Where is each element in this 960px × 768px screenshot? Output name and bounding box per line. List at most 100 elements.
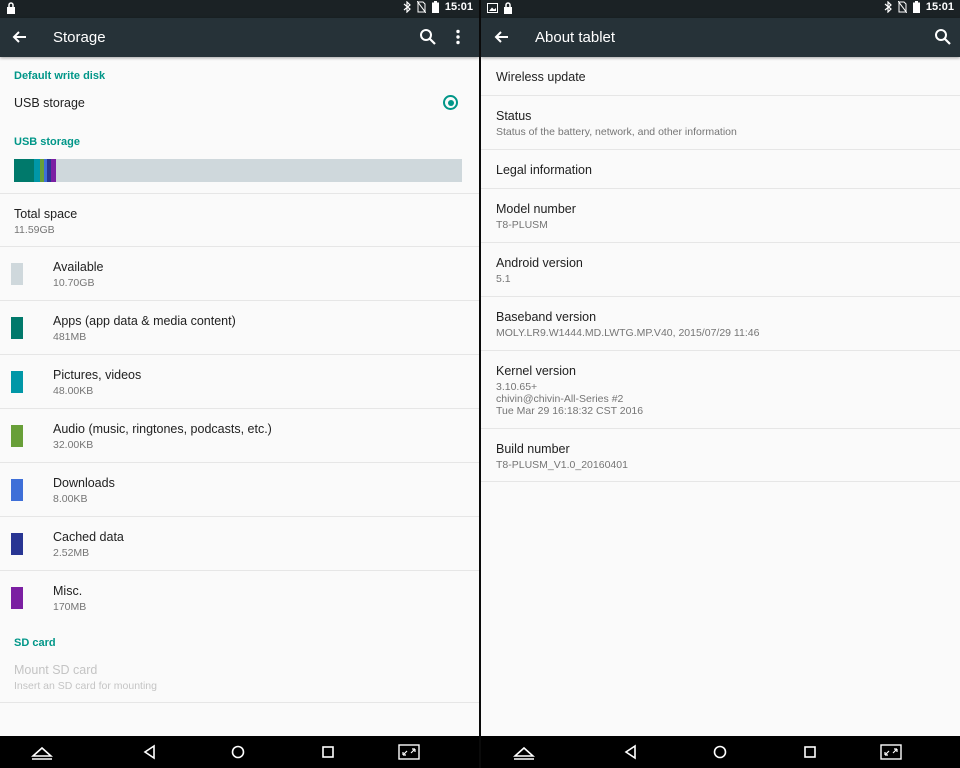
back-nav-icon[interactable] <box>621 744 641 760</box>
search-icon[interactable] <box>419 28 437 46</box>
about-item-summary: T8-PLUSM_V1.0_20160401 <box>496 459 628 471</box>
battery-icon <box>912 1 920 13</box>
about-item-model-number[interactable]: Model number T8-PLUSM <box>481 189 960 243</box>
screen-toggle-icon[interactable] <box>398 744 420 760</box>
about-item-kernel-version[interactable]: Kernel version 3.10.65+ chivin@chivin-Al… <box>481 351 960 429</box>
about-item-summary-line: chivin@chivin-All-Series #2 <box>496 393 624 405</box>
about-item-legal-information[interactable]: Legal information <box>481 150 960 189</box>
storage-usage-bar <box>14 159 462 182</box>
about-item-label: Android version <box>496 256 583 270</box>
home-up-icon[interactable] <box>31 744 53 760</box>
screen-toggle-icon[interactable] <box>880 744 902 760</box>
storage-content: Default write disk USB storage USB stora… <box>0 57 479 736</box>
color-swatch <box>11 587 23 609</box>
color-swatch <box>11 479 23 501</box>
lock-icon <box>504 2 512 14</box>
navigation-bar <box>0 736 479 768</box>
bluetooth-icon <box>884 1 892 13</box>
storage-item-pictures[interactable]: Pictures, videos 48.00KB <box>0 355 479 409</box>
storage-item-label: Pictures, videos <box>53 368 142 382</box>
about-item-wireless-update[interactable]: Wireless update <box>481 57 960 96</box>
write-disk-option-label: USB storage <box>14 96 85 110</box>
about-item-label: Baseband version <box>496 310 597 324</box>
storage-item-downloads[interactable]: Downloads 8.00KB <box>0 463 479 517</box>
about-item-summary-line: Tue Mar 29 16:18:32 CST 2016 <box>496 405 644 417</box>
usage-segment-apps <box>14 159 34 182</box>
about-item-summary: Status of the battery, network, and othe… <box>496 126 737 138</box>
back-arrow-icon[interactable] <box>492 27 512 47</box>
search-icon[interactable] <box>934 28 952 46</box>
write-disk-option-usb[interactable]: USB storage <box>0 85 479 120</box>
mount-sd-card-summary: Insert an SD card for mounting <box>14 680 157 692</box>
bluetooth-icon <box>403 1 411 13</box>
about-item-label: Kernel version <box>496 364 576 378</box>
app-toolbar: About tablet <box>481 18 960 57</box>
storage-item-label: Available <box>53 260 104 274</box>
storage-item-label: Downloads <box>53 476 115 490</box>
recents-nav-icon[interactable] <box>800 744 820 760</box>
about-item-summary: MOLY.LR9.W1444.MD.LWTG.MP.V40, 2015/07/2… <box>496 327 760 339</box>
storage-item-cached[interactable]: Cached data 2.52MB <box>0 517 479 571</box>
storage-item-size: 32.00KB <box>53 439 94 451</box>
about-tablet-screen: 15:01 About tablet Wireless update Statu… <box>481 0 960 768</box>
about-item-baseband-version[interactable]: Baseband version MOLY.LR9.W1444.MD.LWTG.… <box>481 297 960 351</box>
total-space-row: Total space 11.59GB <box>0 194 479 247</box>
status-time: 15:01 <box>444 1 473 13</box>
storage-item-size: 170MB <box>53 601 87 613</box>
mount-sd-card-row: Mount SD card Insert an SD card for moun… <box>0 653 479 703</box>
storage-screen: 15:01 Storage Default write disk USB sto… <box>0 0 479 768</box>
storage-item-label: Audio (music, ringtones, podcasts, etc.) <box>53 422 272 436</box>
about-item-summary: 5.1 <box>496 273 511 285</box>
about-item-android-version[interactable]: Android version 5.1 <box>481 243 960 297</box>
section-header-usb-storage: USB storage <box>14 136 81 148</box>
storage-item-misc[interactable]: Misc. 170MB <box>0 571 479 625</box>
storage-item-label: Apps (app data & media content) <box>53 314 236 328</box>
home-up-icon[interactable] <box>513 744 535 760</box>
more-options-icon[interactable] <box>449 28 467 46</box>
total-space-label: Total space <box>14 207 78 221</box>
no-sim-icon <box>416 1 426 13</box>
no-sim-icon <box>897 1 907 13</box>
storage-item-size: 10.70GB <box>53 277 95 289</box>
storage-item-size: 8.00KB <box>53 493 88 505</box>
section-header-default-write-disk: Default write disk <box>14 70 106 82</box>
about-item-label: Legal information <box>496 163 592 177</box>
section-header-sd-card: SD card <box>14 637 56 649</box>
color-swatch <box>11 425 23 447</box>
battery-icon <box>431 1 439 13</box>
about-item-label: Build number <box>496 442 570 456</box>
storage-item-size: 48.00KB <box>53 385 94 397</box>
lock-icon <box>7 2 15 14</box>
back-nav-icon[interactable] <box>140 744 160 760</box>
storage-item-size: 2.52MB <box>53 547 90 559</box>
storage-item-audio[interactable]: Audio (music, ringtones, podcasts, etc.)… <box>0 409 479 463</box>
home-nav-icon[interactable] <box>710 744 730 760</box>
home-nav-icon[interactable] <box>228 744 248 760</box>
image-icon <box>487 3 498 13</box>
about-item-label: Status <box>496 109 532 123</box>
about-item-label: Wireless update <box>496 70 586 84</box>
page-title: Storage <box>53 29 106 46</box>
back-arrow-icon[interactable] <box>10 27 30 47</box>
storage-item-label: Cached data <box>53 530 124 544</box>
about-item-build-number[interactable]: Build number T8-PLUSM_V1.0_20160401 <box>481 429 960 482</box>
storage-item-available[interactable]: Available 10.70GB <box>0 247 479 301</box>
status-bar: 15:01 <box>481 0 960 18</box>
total-space-value: 11.59GB <box>14 224 55 236</box>
storage-item-apps[interactable]: Apps (app data & media content) 481MB <box>0 301 479 355</box>
navigation-bar <box>481 736 960 768</box>
about-content: Wireless update Status Status of the bat… <box>481 57 960 736</box>
storage-item-label: Misc. <box>53 584 83 598</box>
usage-segment-misc <box>51 159 56 182</box>
about-item-summary: T8-PLUSM <box>496 219 548 231</box>
mount-sd-card-label: Mount SD card <box>14 663 98 677</box>
radio-selected-icon[interactable] <box>443 95 458 110</box>
status-bar: 15:01 <box>0 0 479 18</box>
about-item-status[interactable]: Status Status of the battery, network, a… <box>481 96 960 150</box>
about-item-label: Model number <box>496 202 576 216</box>
color-swatch <box>11 317 23 339</box>
recents-nav-icon[interactable] <box>318 744 338 760</box>
storage-item-size: 481MB <box>53 331 87 343</box>
color-swatch <box>11 263 23 285</box>
status-time: 15:01 <box>925 1 954 13</box>
